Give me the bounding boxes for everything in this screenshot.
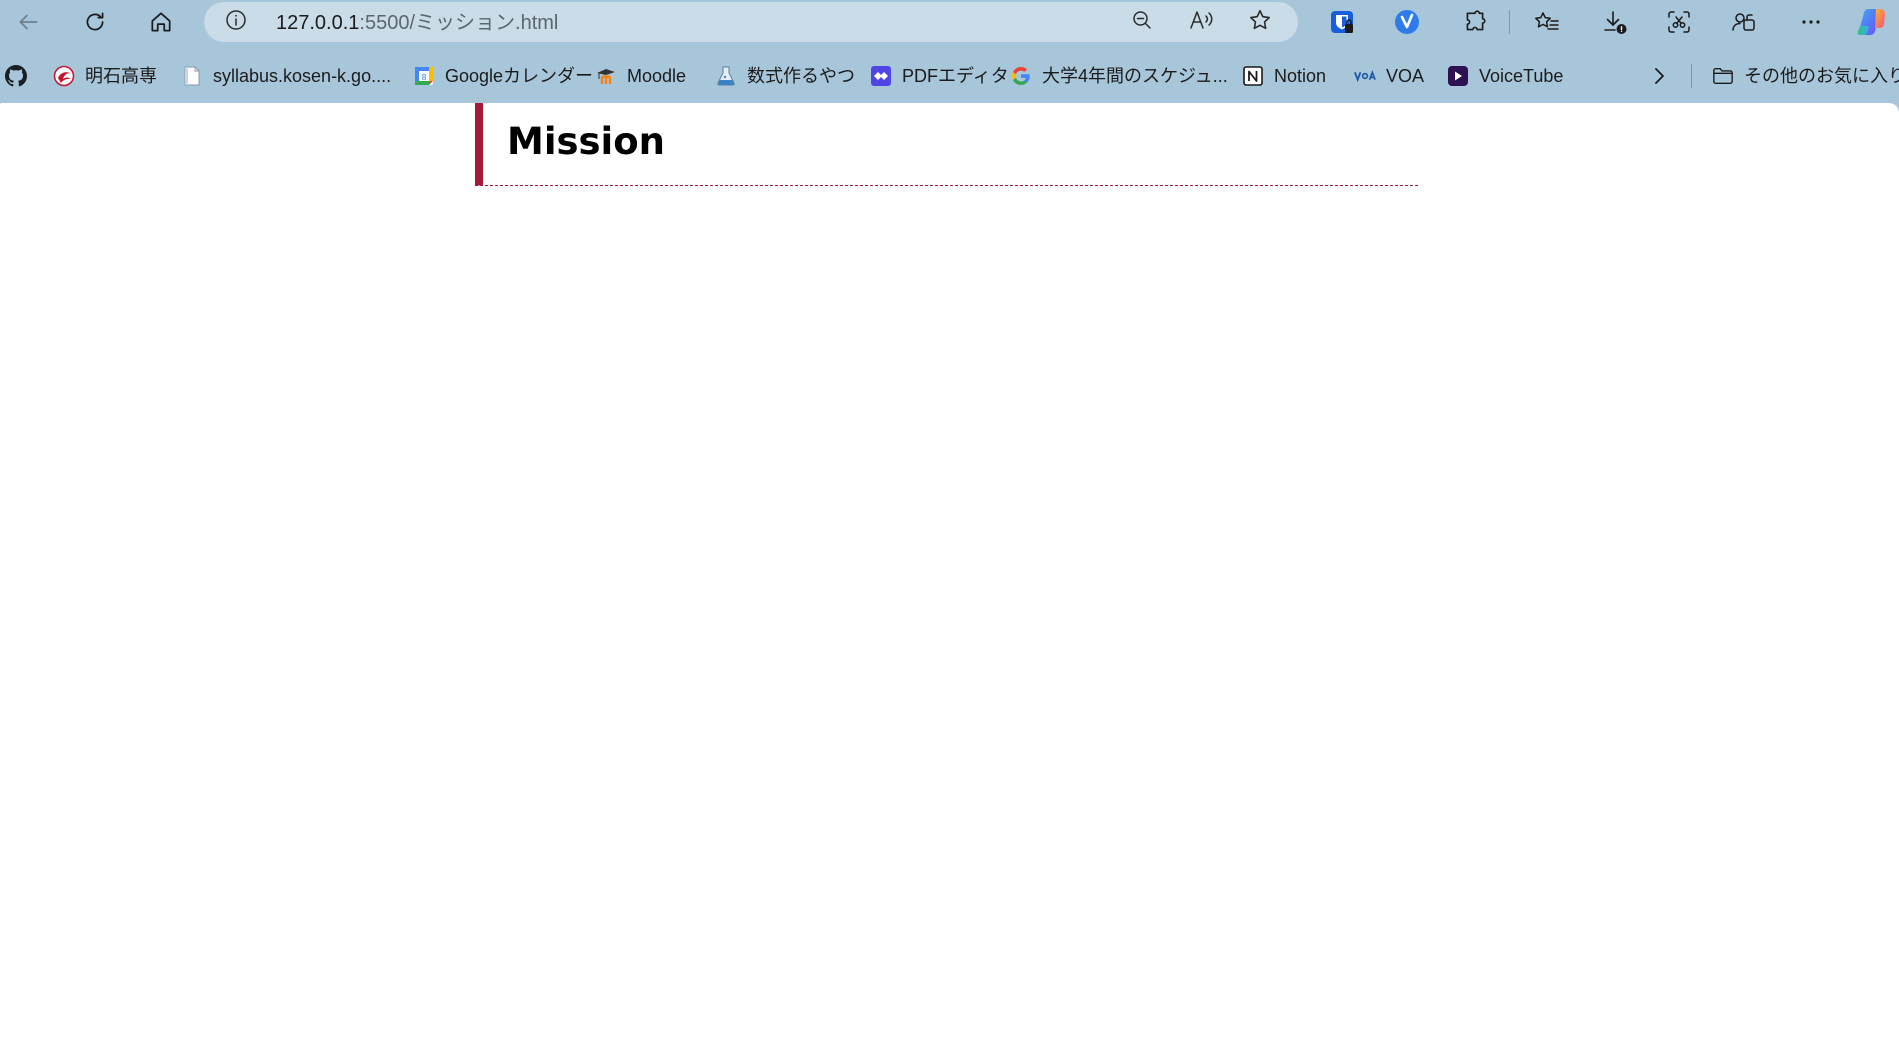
voa-icon	[1354, 65, 1376, 87]
bookmarks-overflow-button[interactable]	[1648, 60, 1670, 92]
refresh-button[interactable]	[75, 2, 115, 42]
bookmark-akashi-kosen[interactable]: 明石高専	[53, 60, 157, 92]
browser-toolbar: 127.0.0.1:5500/ミッション.html	[0, 0, 1899, 44]
profile-share-icon	[1730, 8, 1758, 36]
copilot-button[interactable]	[1852, 2, 1892, 42]
extension-v-icon	[1393, 8, 1421, 36]
mission-heading-block: Mission	[475, 103, 1418, 186]
downloads-icon	[1601, 8, 1629, 36]
profile-button[interactable]	[1724, 2, 1764, 42]
read-aloud-icon	[1188, 8, 1214, 37]
bookmarks-divider	[1691, 64, 1692, 88]
page-viewport: Mission	[0, 103, 1899, 1042]
bookmarks-bar: 明石高専 syllabus.kosen-k.go.... 8 Googleカレン…	[0, 58, 1899, 94]
back-arrow-icon	[15, 9, 41, 35]
bookmark-label: PDFエディタ	[902, 66, 1009, 86]
github-icon	[5, 65, 27, 87]
pdf-editor-icon	[870, 65, 892, 87]
bookmark-syllabus[interactable]: syllabus.kosen-k.go....	[181, 60, 391, 92]
voicetube-icon	[1447, 65, 1469, 87]
bookmark-label: Notion	[1274, 66, 1327, 86]
bookmark-google-calendar[interactable]: 8 Googleカレンダー	[413, 60, 593, 92]
chevron-right-icon	[1648, 65, 1670, 87]
address-bar[interactable]: 127.0.0.1:5500/ミッション.html	[204, 2, 1298, 42]
home-button[interactable]	[141, 2, 181, 42]
bookmark-label: Moodle	[627, 66, 687, 86]
favorite-star-icon	[1247, 7, 1273, 38]
bookmark-formula-maker[interactable]: 数式作るやつ	[715, 60, 855, 92]
notion-icon	[1242, 65, 1264, 87]
bookmark-label: Googleカレンダー	[445, 66, 594, 86]
bookmark-voicetube[interactable]: VoiceTube	[1447, 60, 1563, 92]
site-info-icon	[224, 8, 248, 37]
site-info-button[interactable]	[224, 8, 248, 37]
other-favorites-folder[interactable]: その他のお気に入り	[1712, 60, 1899, 92]
v-extension-button[interactable]	[1387, 2, 1427, 42]
refresh-icon	[82, 9, 108, 35]
bookmark-label: 明石高専	[85, 66, 157, 86]
home-icon	[148, 9, 174, 35]
read-aloud-button[interactable]	[1187, 8, 1215, 36]
page-icon	[181, 65, 203, 87]
url-text[interactable]: 127.0.0.1:5500/ミッション.html	[276, 12, 558, 34]
copilot-icon	[1856, 6, 1888, 38]
bookmark-university-schedule[interactable]: 大学4年間のスケジュ...	[1010, 60, 1228, 92]
bitwarden-icon	[1328, 8, 1356, 36]
more-menu-button[interactable]	[1791, 2, 1831, 42]
zoom-out-button[interactable]	[1128, 8, 1156, 36]
downloads-button[interactable]	[1595, 2, 1635, 42]
browser-window: 127.0.0.1:5500/ミッション.html 明石高専 syllabus.…	[0, 0, 1899, 1042]
bookmark-pdf-editor[interactable]: PDFエディタ	[870, 60, 1009, 92]
flask-icon	[715, 65, 737, 87]
svg-text:8: 8	[421, 73, 426, 82]
bookmark-label: VoiceTube	[1479, 66, 1564, 86]
bookmark-label: 数式作るやつ	[747, 66, 855, 86]
bookmark-notion[interactable]: Notion	[1242, 60, 1326, 92]
page-title: Mission	[507, 120, 665, 163]
more-menu-icon	[1799, 10, 1823, 34]
bookmark-label: 大学4年間のスケジュ...	[1042, 66, 1228, 86]
bookmark-label: VOA	[1386, 66, 1425, 86]
bookmark-github[interactable]	[5, 60, 27, 92]
extensions-button[interactable]	[1455, 2, 1495, 42]
back-button[interactable]	[8, 2, 48, 42]
extensions-puzzle-icon	[1462, 9, 1488, 35]
screenshot-button[interactable]	[1659, 2, 1699, 42]
zoom-out-icon	[1130, 8, 1154, 37]
url-path: :5500/ミッション.html	[359, 12, 559, 34]
url-host: 127.0.0.1	[276, 12, 360, 34]
folder-icon	[1712, 65, 1734, 87]
toolbar-divider	[1509, 10, 1510, 34]
bitwarden-extension-button[interactable]	[1322, 2, 1362, 42]
bookmark-label: syllabus.kosen-k.go....	[213, 66, 392, 86]
other-favorites-label: その他のお気に入り	[1744, 66, 1899, 86]
bookmark-voa[interactable]: VOA	[1354, 60, 1424, 92]
google-calendar-icon: 8	[413, 65, 435, 87]
akashi-kosen-icon	[53, 65, 75, 87]
favorites-button[interactable]	[1527, 2, 1567, 42]
bookmark-moodle[interactable]: Moodle	[595, 60, 686, 92]
favorites-list-icon	[1533, 9, 1561, 35]
moodle-icon	[595, 65, 617, 87]
google-icon	[1010, 65, 1032, 87]
add-favorite-button[interactable]	[1246, 8, 1274, 36]
screenshot-icon	[1665, 8, 1693, 36]
